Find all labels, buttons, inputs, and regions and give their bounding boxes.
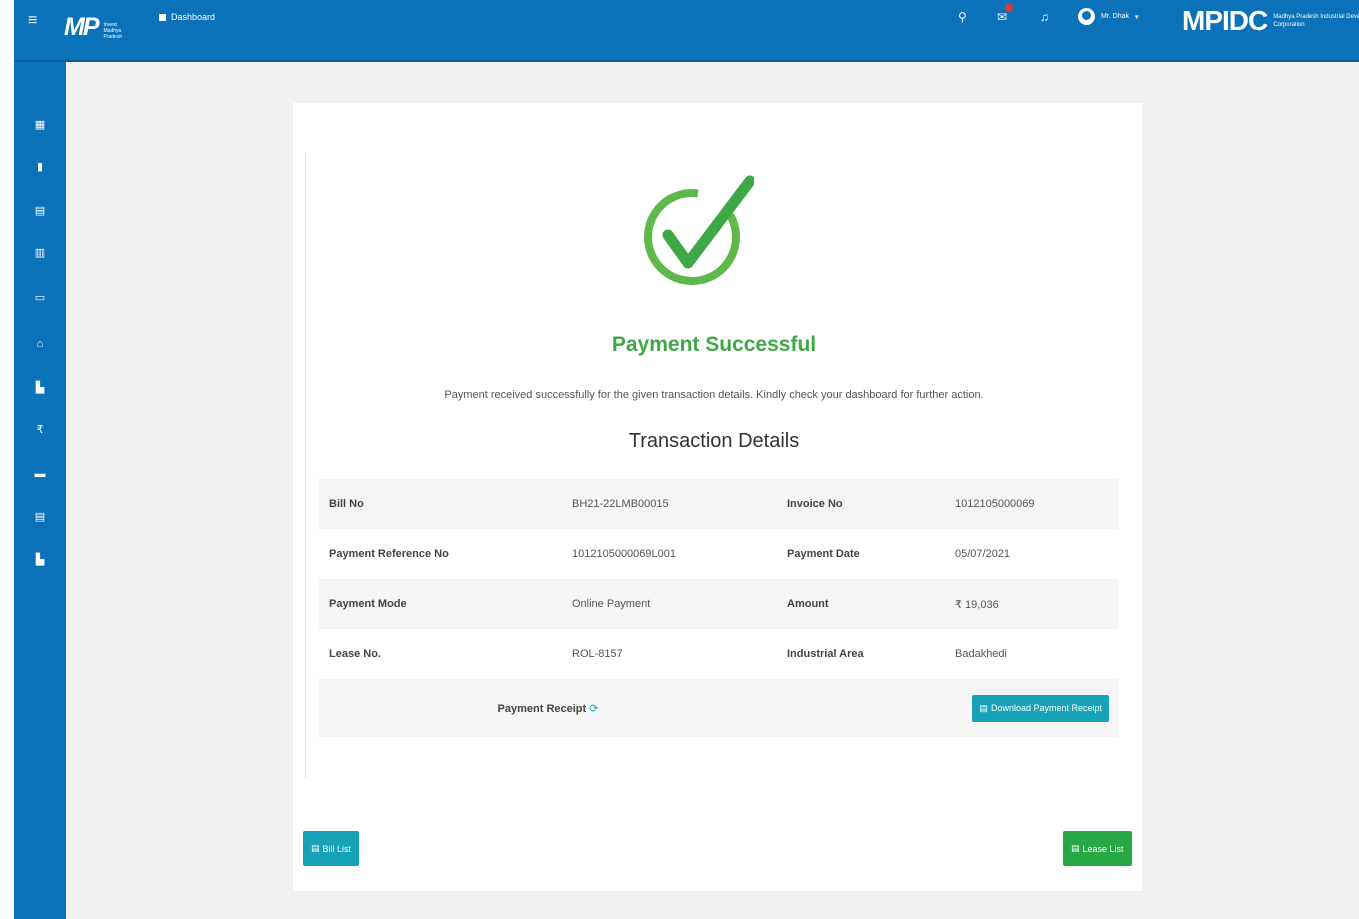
- sidebar-item-list[interactable]: ▤: [14, 502, 66, 530]
- user-name: Mr. Dhak: [1101, 13, 1130, 20]
- table-row: Bill No BH21-22LMB00015 Invoice No 10121…: [319, 479, 1119, 529]
- bill-no-value: BH21-22LMB00015: [562, 479, 777, 529]
- user-icon: [1078, 8, 1095, 25]
- industry-icon: ▙: [35, 553, 45, 566]
- download-receipt-label: Download Payment Receipt: [990, 703, 1102, 713]
- mp-logo[interactable]: MP Invest Madhya Pradesh: [64, 6, 132, 40]
- menu-icon[interactable]: ≡: [28, 12, 48, 30]
- card-icon: ▭: [34, 291, 46, 304]
- lease-no-label: Lease No.: [319, 629, 562, 679]
- nav-dashboard-link[interactable]: Dashboard: [159, 12, 215, 22]
- sidebar-item-factory[interactable]: ▙: [14, 373, 66, 401]
- search-icon[interactable]: ⚲: [958, 10, 967, 24]
- mpidc-logo-subtext: Madhya Pradesh Industrial Development Co…: [1273, 14, 1359, 28]
- factory-icon: ▙: [35, 381, 45, 394]
- payment-mode-value: Online Payment: [562, 579, 777, 629]
- payment-reference-label: Payment Reference No: [319, 529, 562, 579]
- transaction-table: Bill No BH21-22LMB00015 Invoice No 10121…: [319, 479, 1119, 737]
- sidebar-item-industry[interactable]: ▙: [14, 545, 66, 573]
- main-content: Payment Successful Payment received succ…: [66, 62, 1359, 919]
- sidebar-item-card[interactable]: ▭: [14, 283, 66, 311]
- bill-no-label: Bill No: [319, 479, 562, 529]
- table-row: Lease No. ROL-8157 Industrial Area Badak…: [319, 629, 1119, 679]
- payment-receipt-label: Payment Receipt: [497, 702, 587, 715]
- table-row: Payment Mode Online Payment Amount ₹ 19,…: [319, 579, 1119, 629]
- bill-list-label: Bill List: [322, 843, 352, 854]
- payment-reference-value: 1012105000069L001: [562, 529, 777, 579]
- invoice-no-value: 1012105000069: [945, 479, 1119, 529]
- list-icon: ▤: [1071, 843, 1080, 853]
- list-icon: ▤: [34, 510, 46, 523]
- mp-logo-text: MP: [64, 13, 99, 41]
- receipt-cell: Payment Receipt ⟳: [319, 679, 777, 737]
- mail-icon[interactable]: ✉: [997, 4, 1014, 24]
- sidebar-item-bookmark[interactable]: ▮: [14, 152, 66, 180]
- amount-value: ₹ 19,036: [945, 579, 1119, 629]
- top-navbar: ≡ MP Invest Madhya Pradesh Dashboard ⚲ ✉…: [14, 0, 1359, 62]
- mpidc-logo: MPIDC Madhya Pradesh Industrial Developm…: [1182, 6, 1359, 36]
- payment-panel: Payment Successful Payment received succ…: [305, 153, 1121, 778]
- mail-badge: [1005, 4, 1014, 12]
- download-receipt-button[interactable]: ▤ Download Payment Receipt: [972, 694, 1109, 722]
- payment-mode-label: Payment Mode: [319, 579, 562, 629]
- sidebar-item-grid[interactable]: ▦: [14, 110, 66, 138]
- mpidc-logo-text: MPIDC: [1182, 5, 1268, 36]
- sidebar-item-document[interactable]: ▤: [14, 196, 66, 224]
- sidebar-item-rupee[interactable]: ₹: [14, 415, 66, 443]
- file-icon: ▤: [979, 702, 988, 713]
- file-icon: ▥: [34, 246, 46, 259]
- wallet-icon: ▬: [34, 468, 46, 480]
- lease-list-button[interactable]: ▤ Lease List: [1063, 831, 1132, 866]
- lease-no-value: ROL-8157: [562, 629, 777, 679]
- nav-dashboard-label: Dashboard: [171, 12, 216, 22]
- sidebar-item-file[interactable]: ▥: [14, 238, 66, 266]
- success-message: Payment received successfully for the gi…: [444, 389, 984, 401]
- payment-card: Payment Successful Payment received succ…: [293, 103, 1142, 891]
- document-icon: ▤: [34, 204, 46, 217]
- bell-icon[interactable]: ♫: [1040, 10, 1049, 24]
- bill-list-button[interactable]: ▤ Bill List: [303, 831, 360, 866]
- industrial-area-label: Industrial Area: [777, 629, 945, 679]
- sidebar: ▦ ▮ ▤ ▥ ▭ ⌂ ▙ ₹ ▬ ▤ ▙: [14, 62, 66, 919]
- industrial-area-value: Badakhedi: [945, 629, 1119, 679]
- list-icon: ▤: [311, 843, 320, 853]
- home-icon: ⌂: [36, 338, 44, 350]
- chevron-down-icon: ▾: [1135, 13, 1139, 21]
- receipt-row: Payment Receipt ⟳ ▤ Download Payment Rec…: [319, 679, 1119, 737]
- payment-date-value: 05/07/2021: [945, 529, 1119, 579]
- checkmark-icon: [644, 175, 754, 285]
- table-row: Payment Reference No 1012105000069L001 P…: [319, 529, 1119, 579]
- success-title: Payment Successful: [611, 333, 817, 356]
- payment-date-label: Payment Date: [777, 529, 945, 579]
- download-cell: ▤ Download Payment Receipt: [777, 679, 1119, 737]
- transaction-details-title: Transaction Details: [628, 430, 800, 452]
- invoice-no-label: Invoice No: [777, 479, 945, 529]
- refresh-icon[interactable]: ⟳: [589, 703, 598, 715]
- rupee-icon: ₹: [36, 423, 44, 436]
- amount-label: Amount: [777, 579, 945, 629]
- sidebar-item-home[interactable]: ⌂: [14, 330, 66, 358]
- user-menu[interactable]: Mr. Dhak ▾: [1078, 8, 1139, 25]
- grid-icon: ▦: [34, 118, 46, 131]
- lease-list-label: Lease List: [1082, 843, 1124, 854]
- bookmark-icon: ▮: [36, 160, 44, 173]
- sidebar-item-wallet[interactable]: ▬: [14, 460, 66, 488]
- mp-logo-subtext: Invest Madhya Pradesh: [103, 22, 123, 40]
- dashboard-icon: [159, 13, 166, 21]
